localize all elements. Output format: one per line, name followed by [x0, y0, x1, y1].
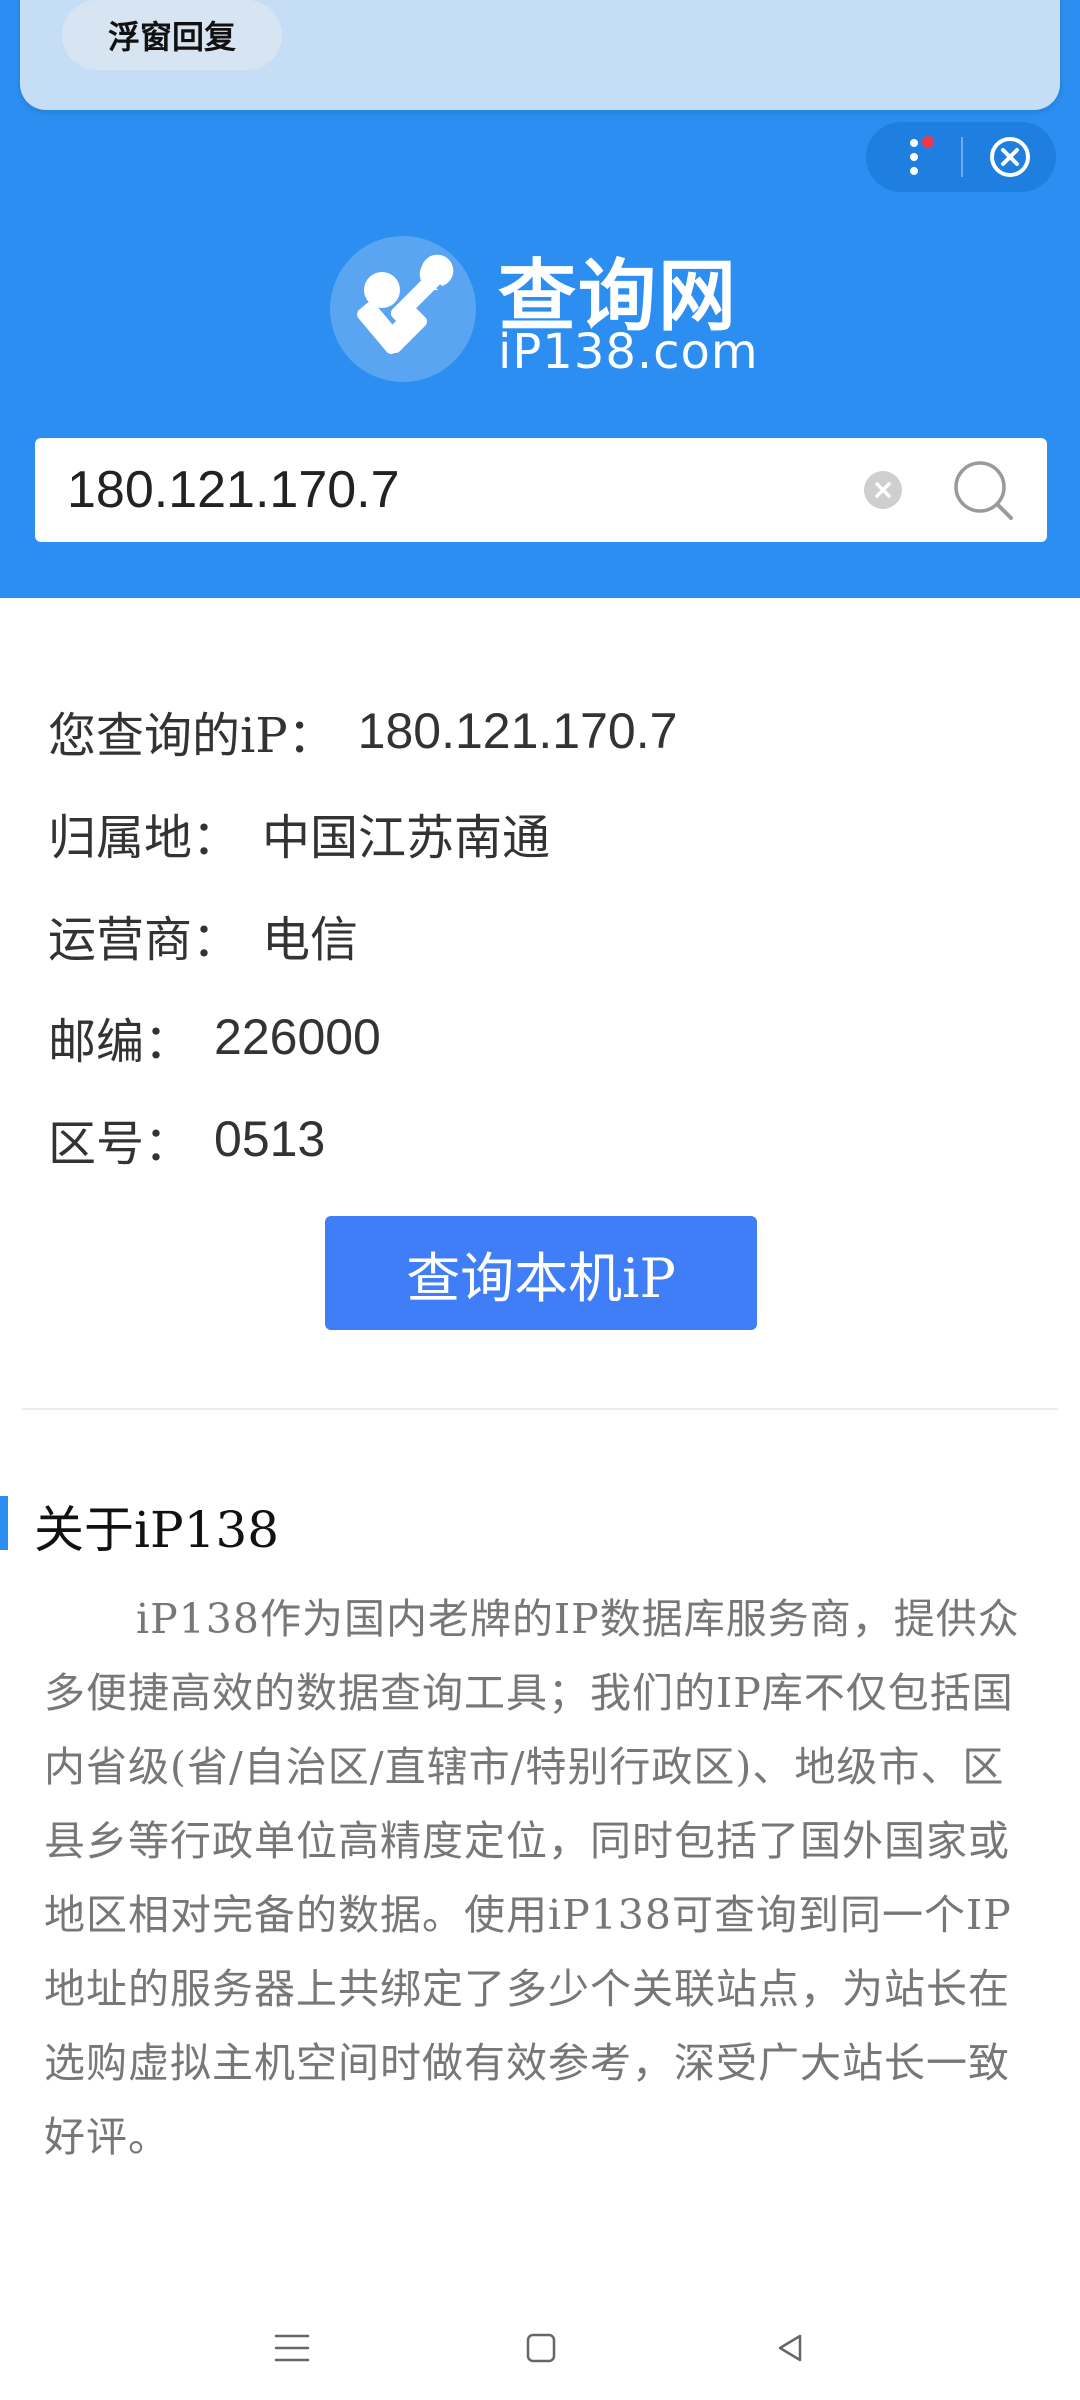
back-triangle-icon [778, 2334, 802, 2362]
logo-subtitle: iP138.com [498, 324, 759, 380]
result-label: 您查询的iP： [48, 708, 336, 764]
nav-back-button[interactable] [760, 2318, 820, 2378]
close-button[interactable] [963, 122, 1056, 192]
result-label: 邮编： [48, 1014, 193, 1070]
nav-home-button[interactable] [511, 2318, 571, 2378]
more-vertical-icon [909, 139, 918, 175]
about-description: iP138作为国内老牌的IP数据库服务商，提供众多便捷高效的数据查询工具；我们的… [44, 1595, 1020, 2161]
result-label: 归属地： [48, 810, 241, 866]
result-value: 0513 [214, 1111, 326, 1167]
result-row-areacode: 区号： 0513 [48, 1088, 1048, 1190]
ip-result-info: 您查询的iP： 180.121.170.7 归属地： 中国江苏南通 运营商： 电… [48, 680, 1048, 1190]
result-label: 区号： [48, 1116, 193, 1172]
notification-dot [922, 136, 934, 148]
query-my-ip-button[interactable]: 查询本机iP [325, 1216, 757, 1330]
miniapp-control-capsule [866, 122, 1056, 192]
search-bar [35, 438, 1047, 542]
result-label: 运营商： [48, 912, 241, 968]
about-accent-bar [0, 1496, 8, 1550]
result-row-location: 归属地： 中国江苏南通 [48, 782, 1048, 884]
result-row-postcode: 邮编： 226000 [48, 986, 1048, 1088]
logo-emblem [330, 236, 476, 382]
clear-input-button[interactable] [863, 470, 903, 510]
more-button[interactable] [866, 122, 961, 192]
about-title: 关于iP138 [34, 1501, 280, 1559]
result-value: 226000 [214, 1009, 381, 1065]
home-square-icon [526, 2333, 556, 2363]
result-value: 电信 [262, 912, 359, 968]
site-logo: 查询网 iP138.com [330, 232, 758, 382]
result-row-ip: 您查询的iP： 180.121.170.7 [48, 680, 1048, 782]
result-value: 中国江苏南通 [262, 810, 551, 866]
floating-reply-button[interactable]: 浮窗回复 [62, 0, 282, 70]
floating-reply-card[interactable]: 浮窗回复 [20, 0, 1060, 110]
result-value: 180.121.170.7 [357, 703, 678, 759]
section-divider [22, 1408, 1058, 1410]
menu-icon [274, 2334, 310, 2362]
search-icon [954, 461, 1013, 520]
search-button[interactable] [949, 456, 1019, 526]
header: 浮窗回复 查询网 iP138.com 180.121.170.7 [0, 0, 1080, 598]
nav-menu-button[interactable] [262, 2318, 322, 2378]
result-row-isp: 运营商： 电信 [48, 884, 1048, 986]
close-circle-icon [989, 137, 1030, 177]
system-nav-bar [0, 2290, 1080, 2400]
wrench-tool-icon [357, 254, 454, 355]
clear-circle-icon [864, 471, 902, 509]
ip-search-input[interactable] [67, 438, 867, 542]
